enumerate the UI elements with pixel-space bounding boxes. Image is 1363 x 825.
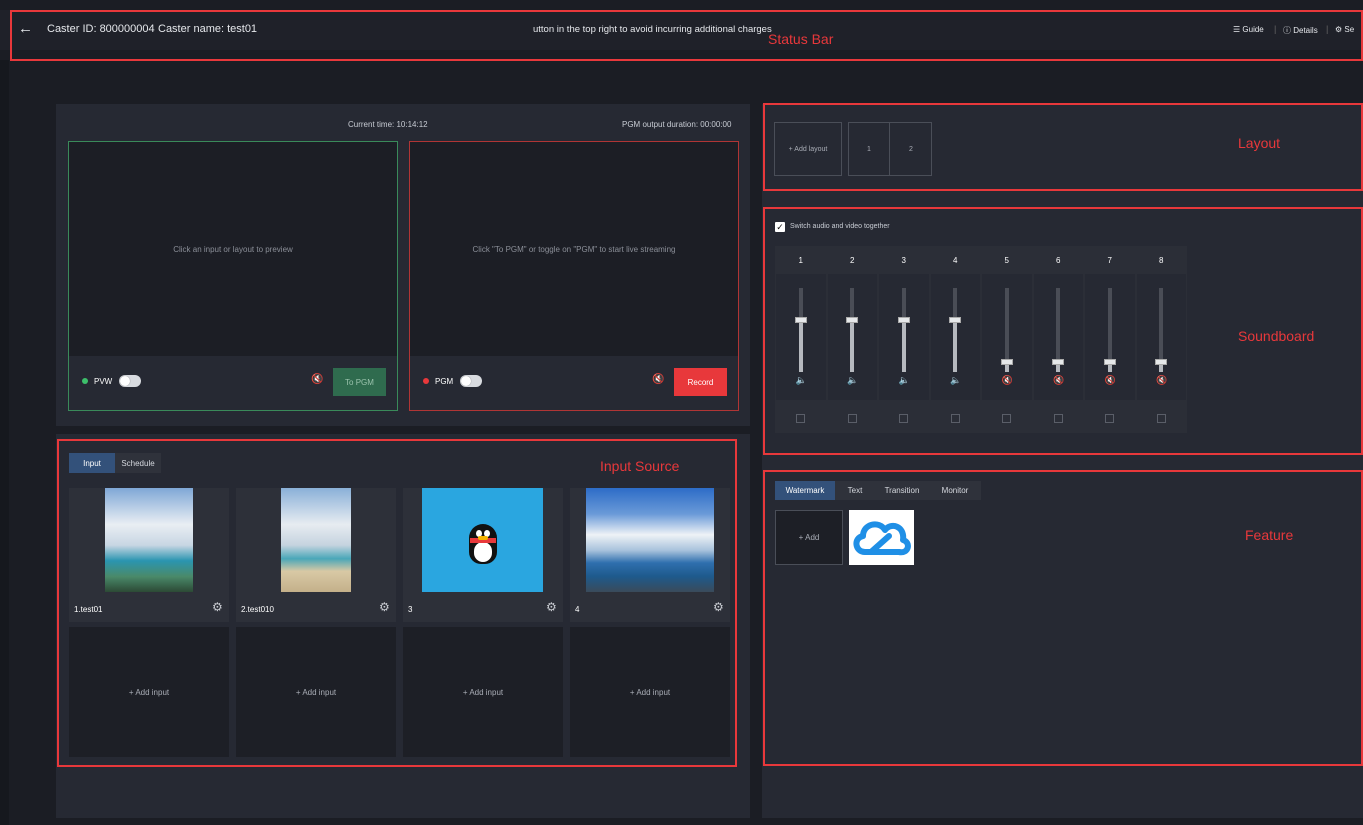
mute-icon[interactable]: 🔇 <box>652 374 664 385</box>
pgm-screen[interactable]: Click "To PGM" or toggle on "PGM" to sta… <box>410 142 738 356</box>
pvw-hint: Click an input or layout to preview <box>173 245 293 254</box>
feature-annotation: Feature <box>1245 527 1294 543</box>
pvw-window[interactable]: Click an input or layout to preview PVW … <box>68 141 398 411</box>
soundboard-annotation: Soundboard <box>1238 328 1315 344</box>
pgm-toggle[interactable] <box>460 375 482 387</box>
pgm-hint: Click "To PGM" or toggle on "PGM" to sta… <box>472 245 676 254</box>
pvw-screen[interactable]: Click an input or layout to preview <box>69 142 397 356</box>
feature-outline <box>763 470 1363 766</box>
layout-annotation: Layout <box>1238 135 1281 151</box>
status-bar-outline <box>10 10 1363 61</box>
pgm-dot <box>423 378 429 384</box>
pvw-label: PVW <box>94 377 113 386</box>
input-source-outline <box>57 439 737 767</box>
pgm-duration: PGM output duration: 00:00:00 <box>622 120 732 129</box>
mute-icon[interactable]: 🔇 <box>311 374 323 385</box>
preview-panel: Current time: 10:14:12 PGM output durati… <box>56 104 750 426</box>
to-pgm-button[interactable]: To PGM <box>333 368 386 396</box>
status-bar-annotation: Status Bar <box>768 31 834 47</box>
current-time: Current time: 10:14:12 <box>348 120 428 129</box>
pvw-toggle[interactable] <box>119 375 141 387</box>
pgm-window[interactable]: Click "To PGM" or toggle on "PGM" to sta… <box>409 141 739 411</box>
left-sidebar <box>0 60 9 825</box>
pvw-dot <box>82 378 88 384</box>
pgm-label: PGM <box>435 377 454 386</box>
record-button[interactable]: Record <box>674 368 727 396</box>
input-source-annotation: Input Source <box>600 458 680 474</box>
